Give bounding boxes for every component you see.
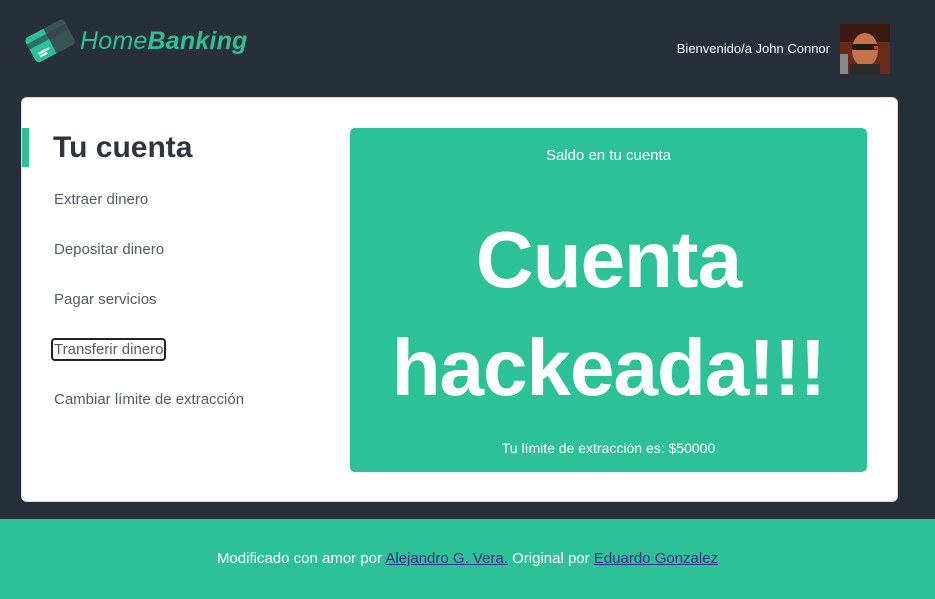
page-title: Tu cuenta [53, 131, 193, 164]
logo-text: HomeBanking [80, 27, 248, 56]
logo-text-home: Home [80, 26, 148, 55]
balance-panel: Saldo en tu cuenta Cuenta hackeada!!! Tu… [350, 128, 867, 472]
menu-item-depositar[interactable]: Depositar dinero [53, 240, 245, 290]
menu-item-label: Cambiar límite de extracción [54, 391, 245, 408]
user-photo-icon [840, 24, 890, 74]
menu-item-cambiar-limite[interactable]: Cambiar límite de extracción [53, 390, 245, 440]
footer-text-original: Original por [507, 550, 594, 567]
balance-value: Cuenta hackeada!!! [391, 215, 827, 412]
homebanking-logo[interactable]: HomeBanking [24, 18, 269, 64]
footer-text: Modificado con amor por [216, 550, 386, 567]
menu-item-label: Depositar dinero [54, 241, 165, 258]
footer-link-original-author[interactable]: Eduardo Gonzalez [594, 550, 718, 567]
menu-item-transferir[interactable]: Transferir dinero [50, 338, 245, 390]
welcome-text: Bienvenido/a John Connor [676, 41, 830, 56]
balance-label: Saldo en tu cuenta [545, 147, 672, 164]
menu-item-label: Transferir dinero [50, 338, 167, 361]
avatar[interactable] [840, 24, 890, 74]
menu-item-label: Pagar servicios [54, 291, 157, 308]
menu-item-pagar-servicios[interactable]: Pagar servicios [53, 290, 245, 340]
account-menu: Extraer dinero Depositar dinero Pagar se… [50, 190, 245, 440]
logo-text-banking: Banking [147, 26, 248, 55]
account-card: Tu cuenta Extraer dinero Depositar diner… [21, 97, 898, 502]
menu-item-label: Extraer dinero [54, 191, 149, 208]
credit-card-icon [25, 19, 76, 63]
extraction-limit-text: Tu límite de extracción es: $50000 [501, 440, 716, 456]
footer-link-author[interactable]: Alejandro G. Vera. [385, 550, 508, 567]
footer: Modificado con amor por Alejandro G. Ver… [0, 519, 935, 599]
menu-item-extraer[interactable]: Extraer dinero [53, 190, 245, 240]
top-header: HomeBanking Bienvenido/a John Connor [0, 0, 935, 98]
title-accent-bar [22, 128, 29, 167]
